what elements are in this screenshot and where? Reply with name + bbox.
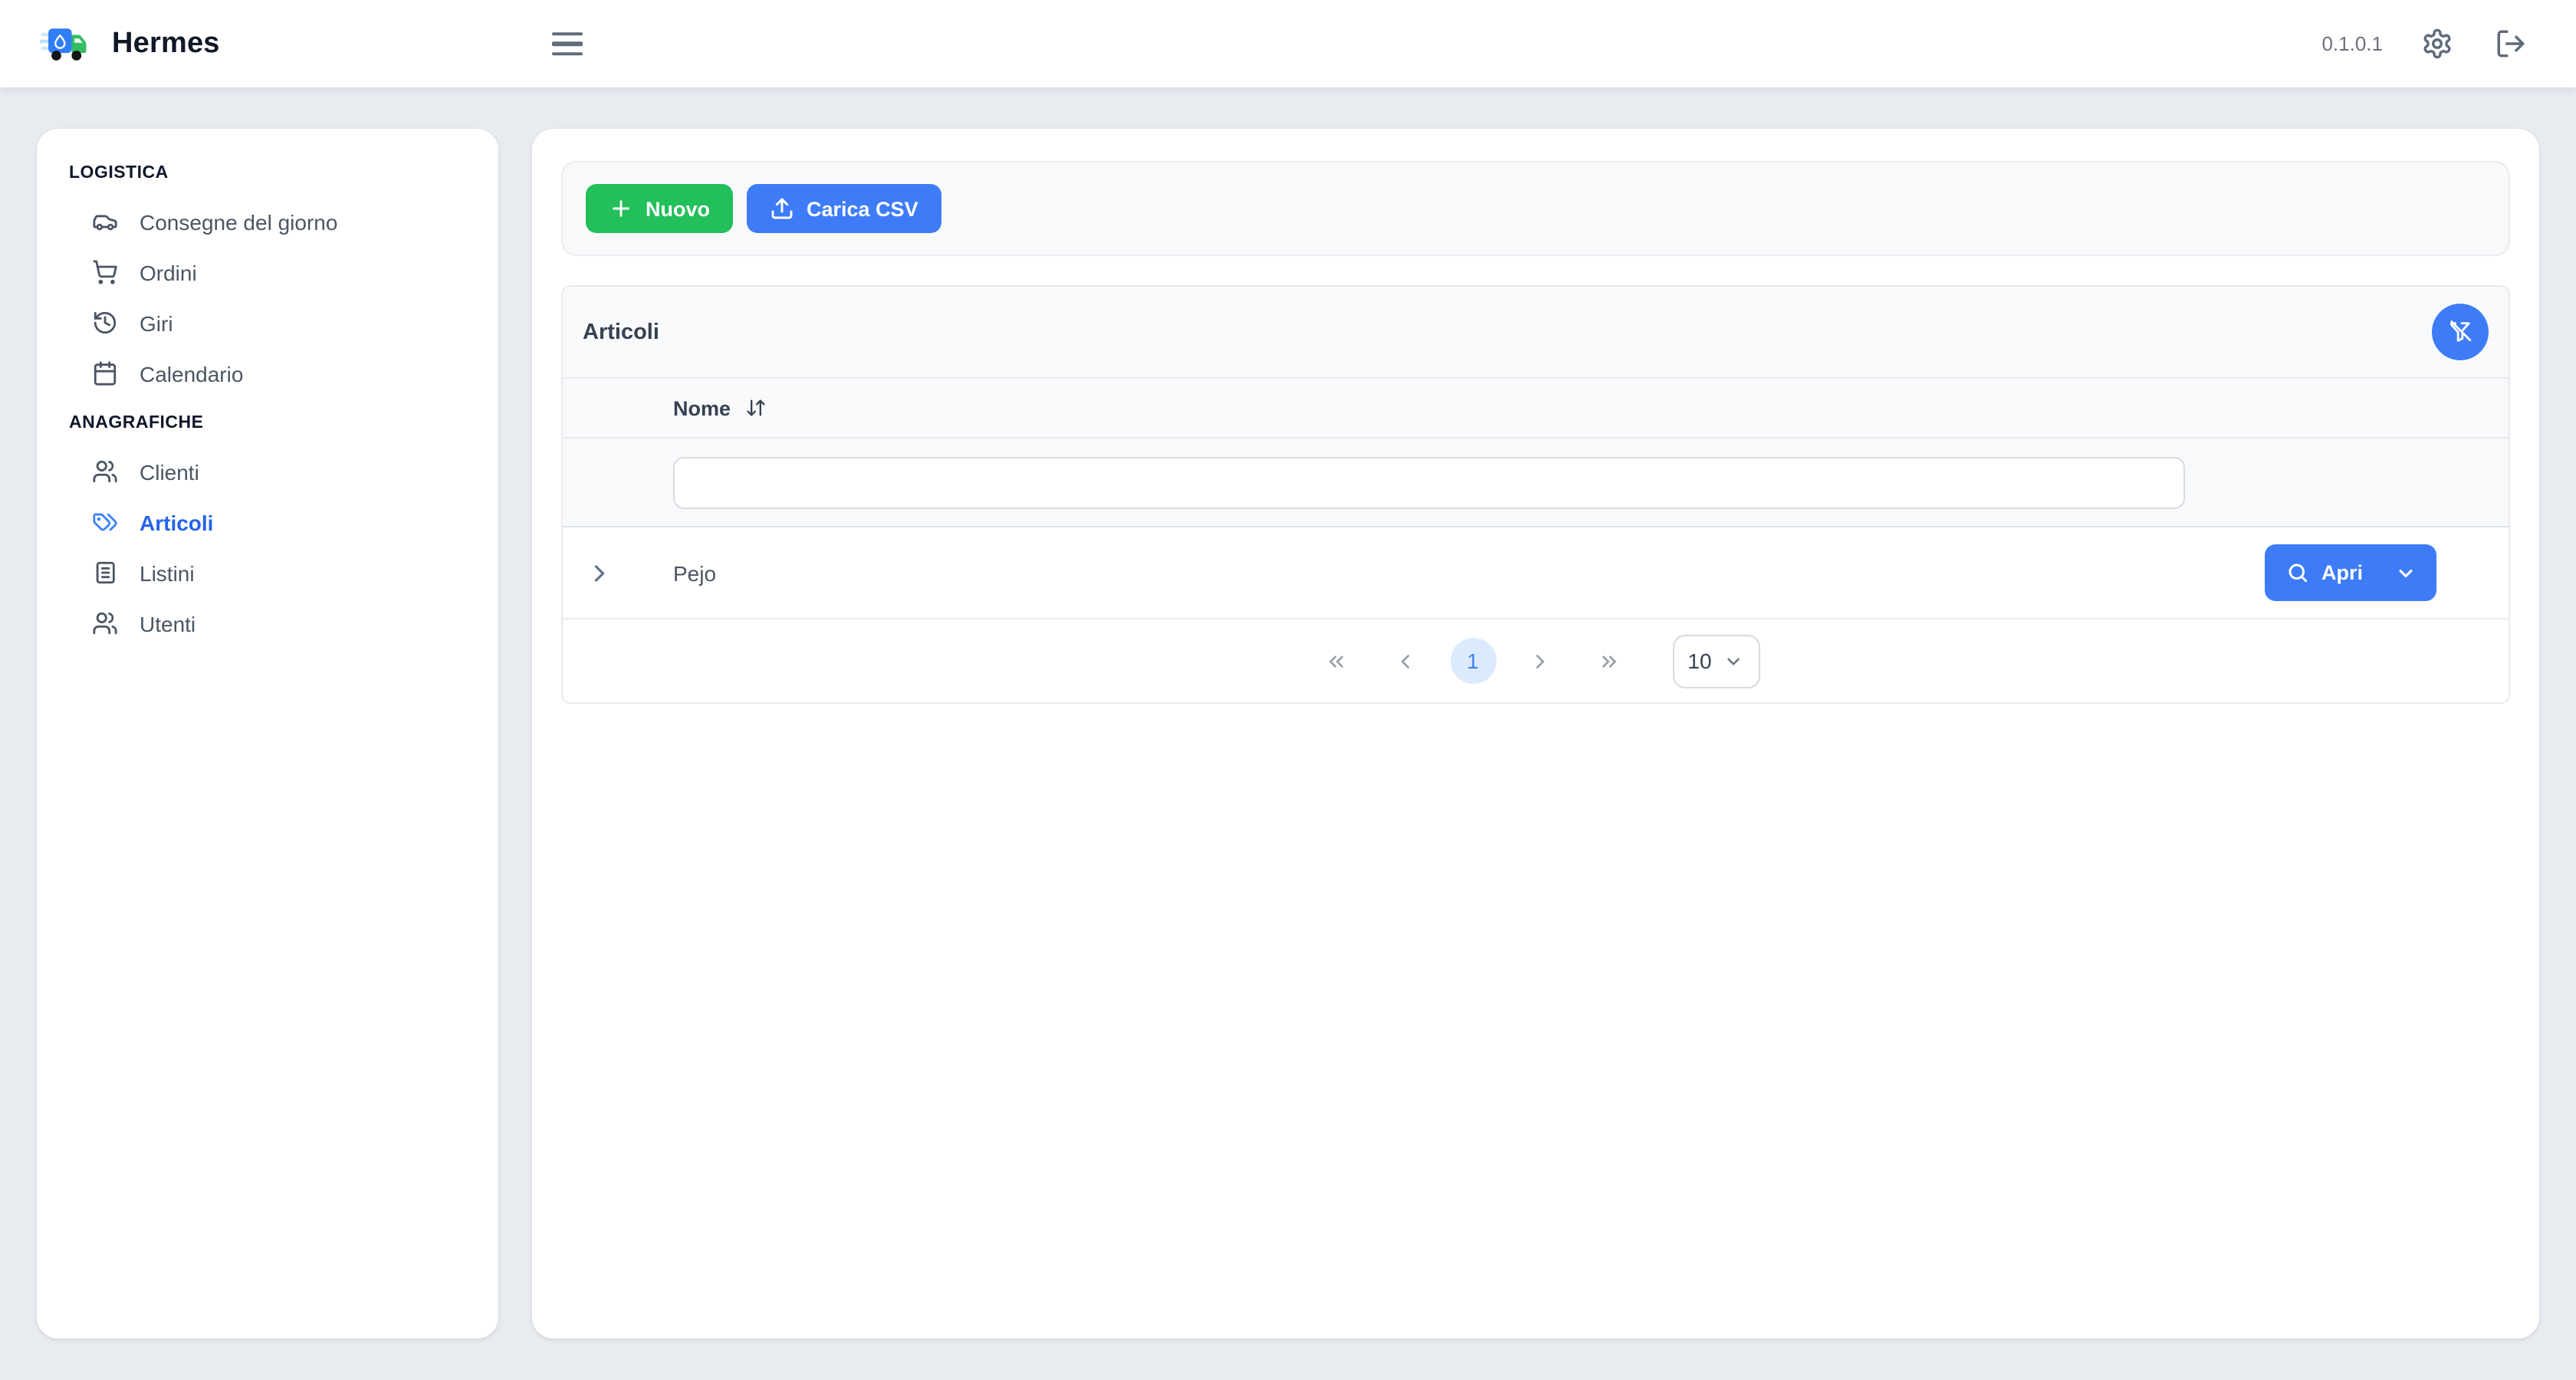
chevron-down-icon bbox=[2395, 562, 2417, 583]
hamburger-menu-icon[interactable] bbox=[546, 25, 589, 62]
sidebar-item-label: Listini bbox=[140, 560, 195, 585]
sidebar-item-label: Articoli bbox=[140, 510, 213, 534]
app-root: Hermes 0.1.0.1 bbox=[0, 0, 2576, 1380]
column-header-nome[interactable]: Nome bbox=[673, 396, 766, 419]
upload-icon bbox=[770, 196, 794, 221]
upload-csv-button[interactable]: Carica CSV bbox=[747, 184, 941, 233]
filter-slash-icon bbox=[2447, 319, 2473, 345]
pagination: 1 10 bbox=[563, 619, 2509, 702]
sidebar-item-label: Consegne del giorno bbox=[140, 209, 337, 234]
table-column-header-row: Nome bbox=[563, 379, 2509, 439]
sidebar-item-label: Ordini bbox=[140, 260, 197, 284]
sidebar-section-logistica: LOGISTICA Consegne del giorno bbox=[67, 164, 468, 399]
calendar-icon bbox=[92, 360, 118, 386]
sidebar-item-label: Calendario bbox=[140, 361, 243, 386]
sidebar-item-clienti[interactable]: Clienti bbox=[67, 446, 468, 497]
plus-icon bbox=[609, 196, 633, 221]
table-title: Articoli bbox=[583, 320, 659, 344]
open-row-button[interactable]: Apri bbox=[2265, 544, 2436, 601]
sidebar-item-label: Giri bbox=[140, 310, 173, 335]
sidebar-item-label: Clienti bbox=[140, 459, 199, 484]
truck-logo-icon bbox=[40, 22, 95, 65]
app-version: 0.1.0.1 bbox=[2321, 32, 2383, 55]
sidebar-item-articoli[interactable]: Articoli bbox=[67, 497, 468, 547]
toolbar: Nuovo Carica CSV bbox=[561, 161, 2510, 256]
articoli-table: Articoli Nome bbox=[561, 285, 2510, 704]
chevrons-left-icon bbox=[1325, 649, 1348, 672]
new-button[interactable]: Nuovo bbox=[586, 184, 733, 233]
main-content: Nuovo Carica CSV Articoli bbox=[532, 129, 2539, 1339]
sidebar-item-giri[interactable]: Giri bbox=[67, 297, 468, 348]
sidebar-section-label: LOGISTICA bbox=[69, 164, 468, 182]
chevron-left-icon bbox=[1394, 649, 1417, 672]
gear-icon bbox=[2421, 28, 2453, 60]
upload-csv-label: Carica CSV bbox=[807, 197, 918, 220]
table-header: Articoli bbox=[563, 287, 2509, 379]
chevron-right-icon bbox=[1529, 649, 1552, 672]
cart-icon bbox=[92, 259, 118, 285]
car-icon bbox=[92, 209, 118, 235]
sidebar-section-label: ANAGRAFICHE bbox=[69, 414, 468, 432]
prev-page-button[interactable] bbox=[1381, 636, 1430, 685]
sidebar-item-ordini[interactable]: Ordini bbox=[67, 247, 468, 297]
first-page-button[interactable] bbox=[1312, 636, 1361, 685]
sidebar-item-calendario[interactable]: Calendario bbox=[67, 348, 468, 399]
sort-icon bbox=[744, 397, 766, 419]
chevrons-right-icon bbox=[1598, 649, 1621, 672]
users-icon bbox=[92, 458, 118, 485]
history-icon bbox=[92, 310, 118, 336]
table-filter-row bbox=[563, 439, 2509, 527]
next-page-button[interactable] bbox=[1516, 636, 1565, 685]
sidebar-section-anagrafiche: ANAGRAFICHE Clienti bbox=[67, 414, 468, 649]
search-icon bbox=[2286, 561, 2309, 584]
row-expander-button[interactable] bbox=[586, 559, 613, 586]
clear-filters-button[interactable] bbox=[2432, 304, 2489, 360]
chevron-down-icon bbox=[1724, 651, 1744, 671]
new-button-label: Nuovo bbox=[646, 197, 710, 220]
logout-icon bbox=[2495, 28, 2527, 60]
app-title: Hermes bbox=[112, 27, 220, 61]
users-icon bbox=[92, 610, 118, 636]
brand: Hermes bbox=[40, 22, 220, 65]
table-row: Pejo Apri bbox=[563, 527, 2509, 619]
page-size-value: 10 bbox=[1687, 649, 1711, 673]
logout-button[interactable] bbox=[2492, 25, 2530, 63]
sidebar-item-utenti[interactable]: Utenti bbox=[67, 598, 468, 649]
open-row-label: Apri bbox=[2321, 561, 2363, 584]
last-page-button[interactable] bbox=[1585, 636, 1634, 685]
page-size-select[interactable]: 10 bbox=[1672, 634, 1760, 688]
sidebar-item-label: Utenti bbox=[140, 611, 196, 636]
sidebar-item-consegne-del-giorno[interactable]: Consegne del giorno bbox=[67, 196, 468, 247]
settings-button[interactable] bbox=[2418, 25, 2456, 63]
nome-filter-input[interactable] bbox=[673, 456, 2185, 508]
header-right: 0.1.0.1 bbox=[2321, 25, 2530, 63]
tags-icon bbox=[92, 509, 118, 535]
app-header: Hermes 0.1.0.1 bbox=[0, 0, 2576, 87]
chevron-right-icon bbox=[586, 559, 613, 586]
current-page-button[interactable]: 1 bbox=[1450, 638, 1496, 684]
row-nome-value: Pejo bbox=[673, 560, 716, 585]
column-label: Nome bbox=[673, 396, 731, 419]
notebook-icon bbox=[92, 560, 118, 586]
sidebar: LOGISTICA Consegne del giorno bbox=[37, 129, 498, 1339]
sidebar-item-listini[interactable]: Listini bbox=[67, 547, 468, 598]
